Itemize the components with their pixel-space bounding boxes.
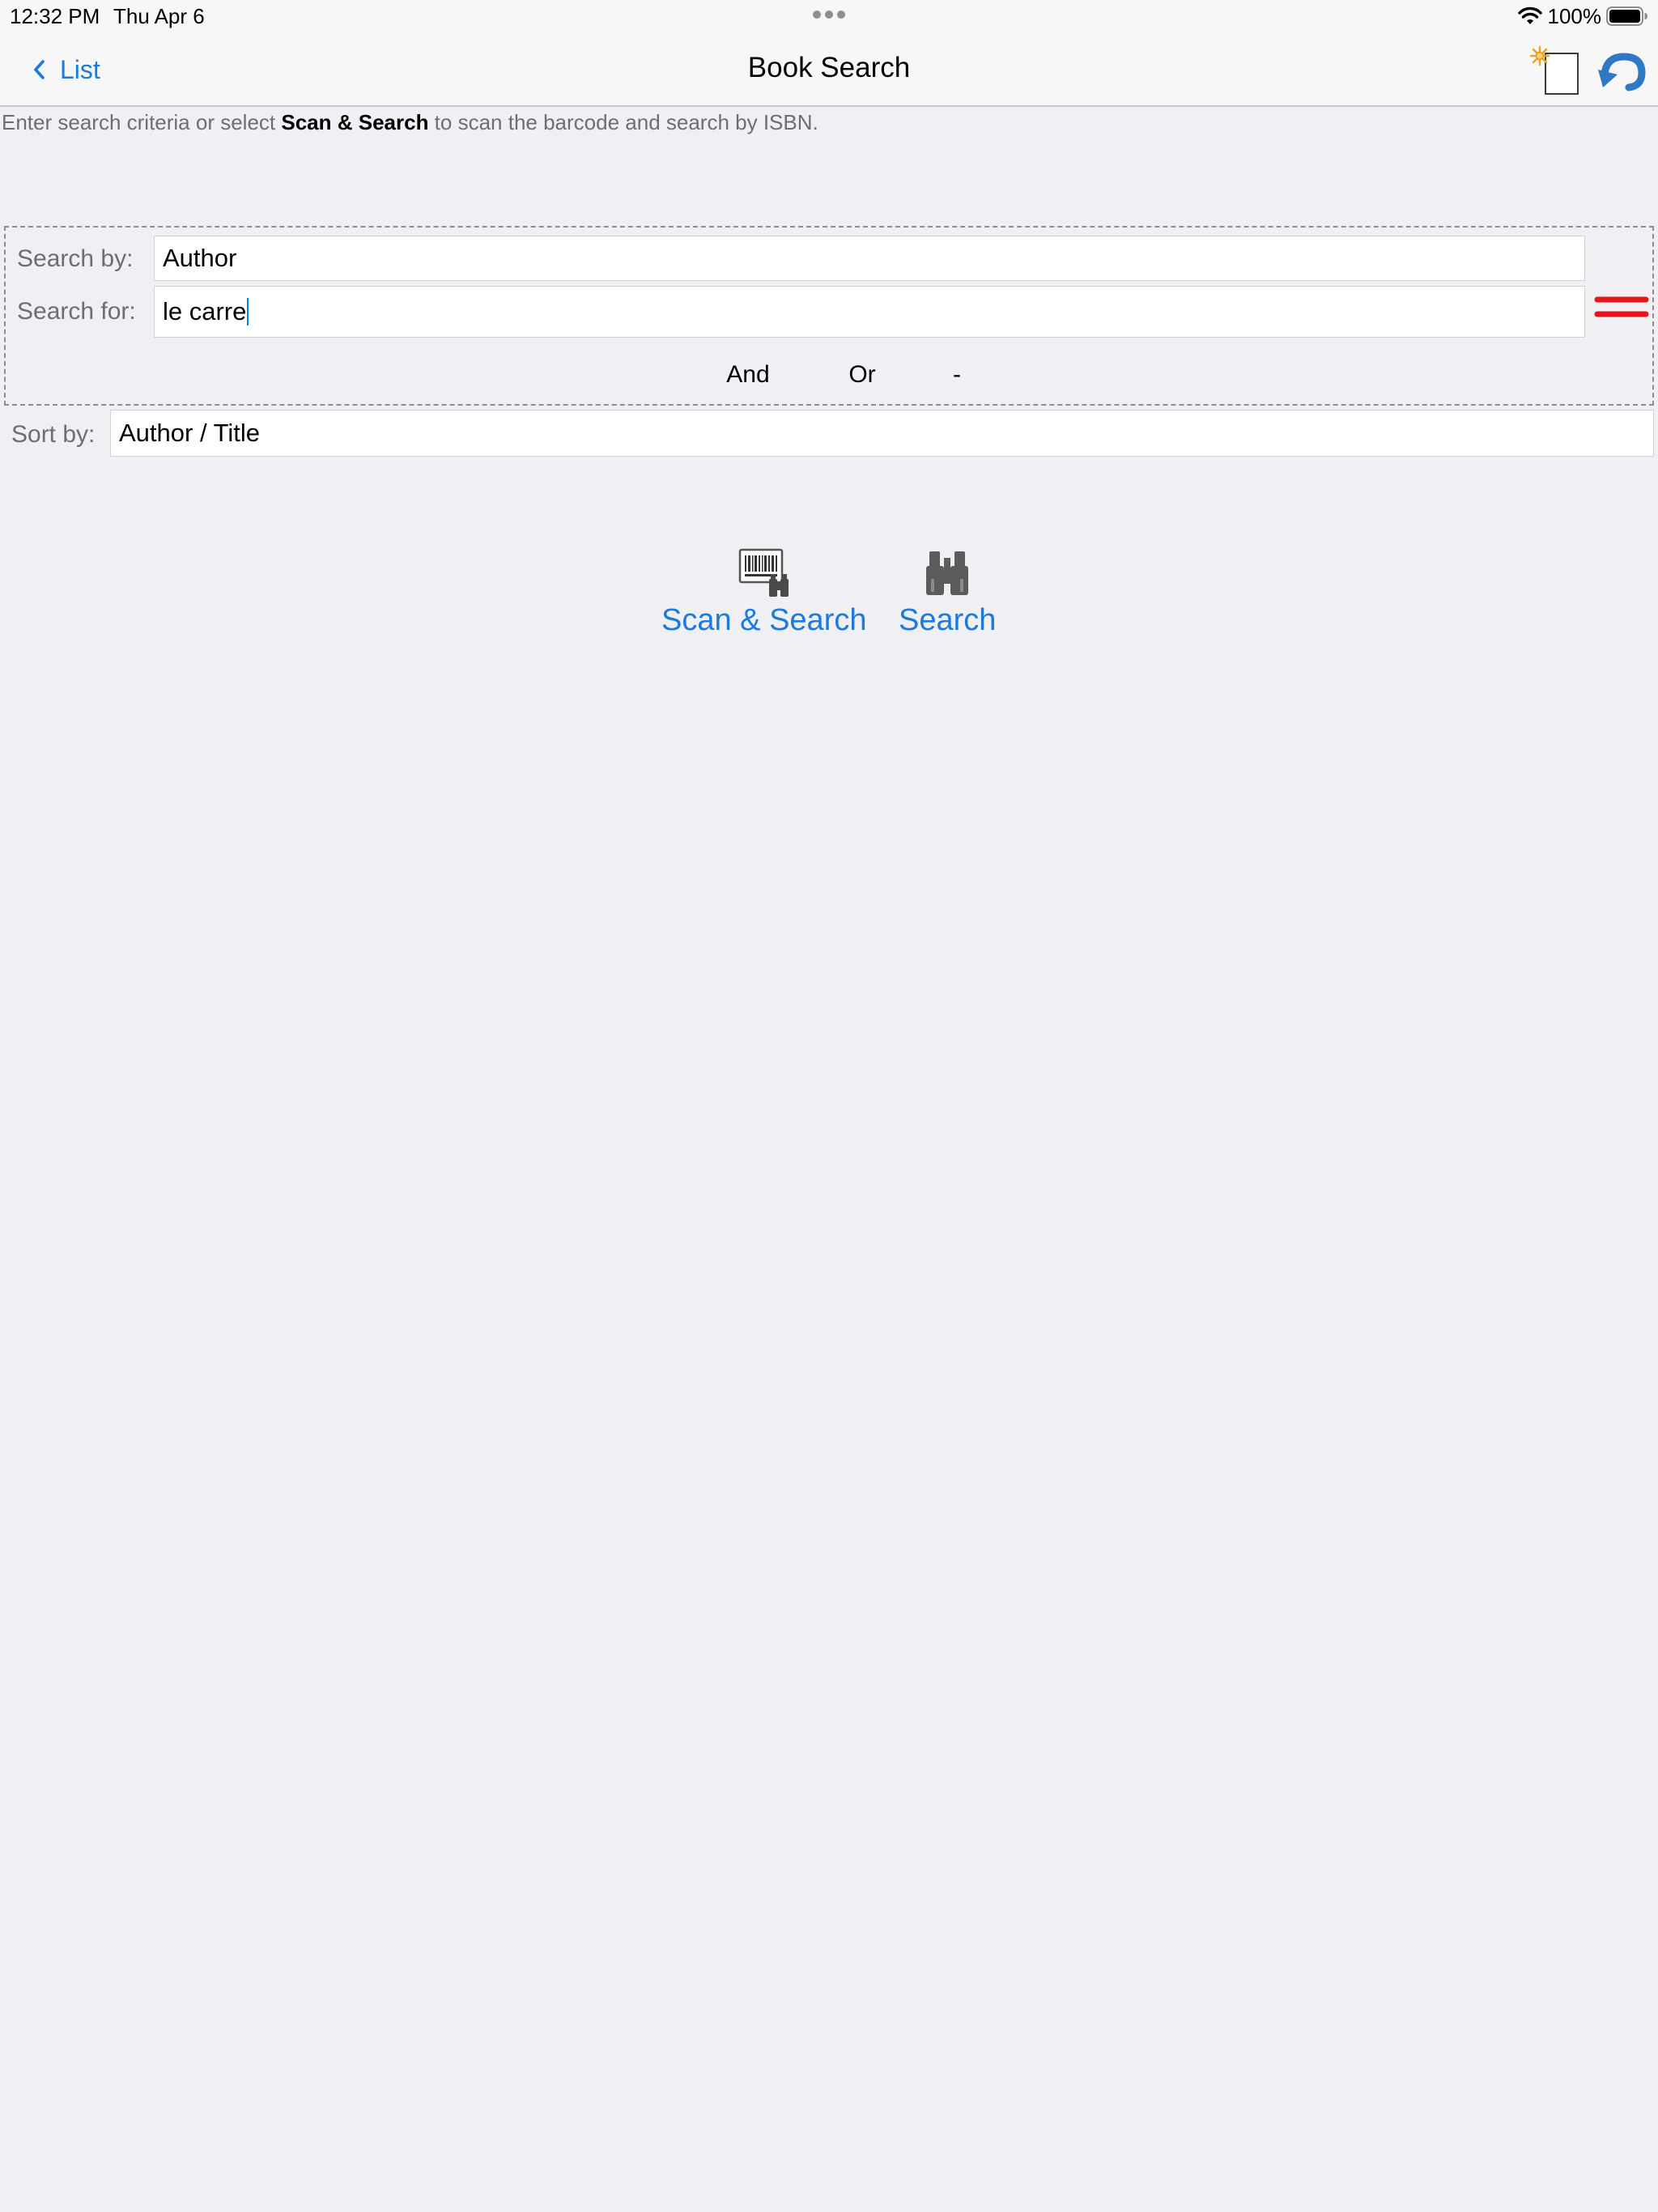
instruction-text-start: Enter search criteria or select <box>2 110 282 134</box>
multitasking-dots-icon[interactable] <box>811 5 847 24</box>
text-cursor <box>247 298 249 325</box>
operator-and-button[interactable]: And <box>718 361 778 389</box>
search-label: Search <box>899 603 997 637</box>
status-bar: 12:32 PM Thu Apr 6 100% <box>0 0 1658 32</box>
scan-and-search-label: Scan & Search <box>661 603 867 637</box>
page-title: Book Search <box>747 52 911 83</box>
battery-icon <box>1606 6 1647 26</box>
search-criteria-group: Search by: Author Search for: le carre A… <box>4 226 1654 406</box>
new-document-icon[interactable] <box>1528 45 1582 97</box>
search-for-input[interactable]: le carre <box>154 286 1585 338</box>
search-for-value: le carre <box>163 297 247 325</box>
wifi-icon <box>1517 6 1542 24</box>
scan-and-search-button[interactable]: Scan & Search <box>661 547 866 638</box>
search-by-value: Author <box>163 244 237 272</box>
instruction-text: Enter search criteria or select Scan & S… <box>2 110 818 135</box>
sort-by-label: Sort by: <box>11 421 96 448</box>
sort-by-field[interactable]: Author / Title <box>110 410 1654 457</box>
status-indicators: 100% <box>1517 3 1649 29</box>
navigation-bar: List Book Search <box>0 32 1658 107</box>
barcode-scan-icon <box>738 548 789 597</box>
search-by-label: Search by: <box>17 245 134 272</box>
status-date: Thu Apr 6 <box>113 4 205 28</box>
sort-by-value: Author / Title <box>119 419 261 447</box>
search-by-field[interactable]: Author <box>154 236 1585 281</box>
operator-not-button[interactable]: - <box>945 361 969 389</box>
instruction-text-end: to scan the barcode and search by ISBN. <box>428 110 818 134</box>
battery-percentage: 100% <box>1547 3 1602 28</box>
operator-or-button[interactable]: Or <box>836 361 888 389</box>
binoculars-icon <box>926 551 969 595</box>
instruction-text-highlight: Scan & Search <box>281 110 429 134</box>
search-button[interactable]: Search <box>899 547 996 638</box>
status-time: 12:32 PM <box>10 4 100 28</box>
undo-icon[interactable] <box>1596 50 1647 92</box>
equals-icon[interactable] <box>1594 293 1649 321</box>
search-for-label: Search for: <box>17 298 136 325</box>
